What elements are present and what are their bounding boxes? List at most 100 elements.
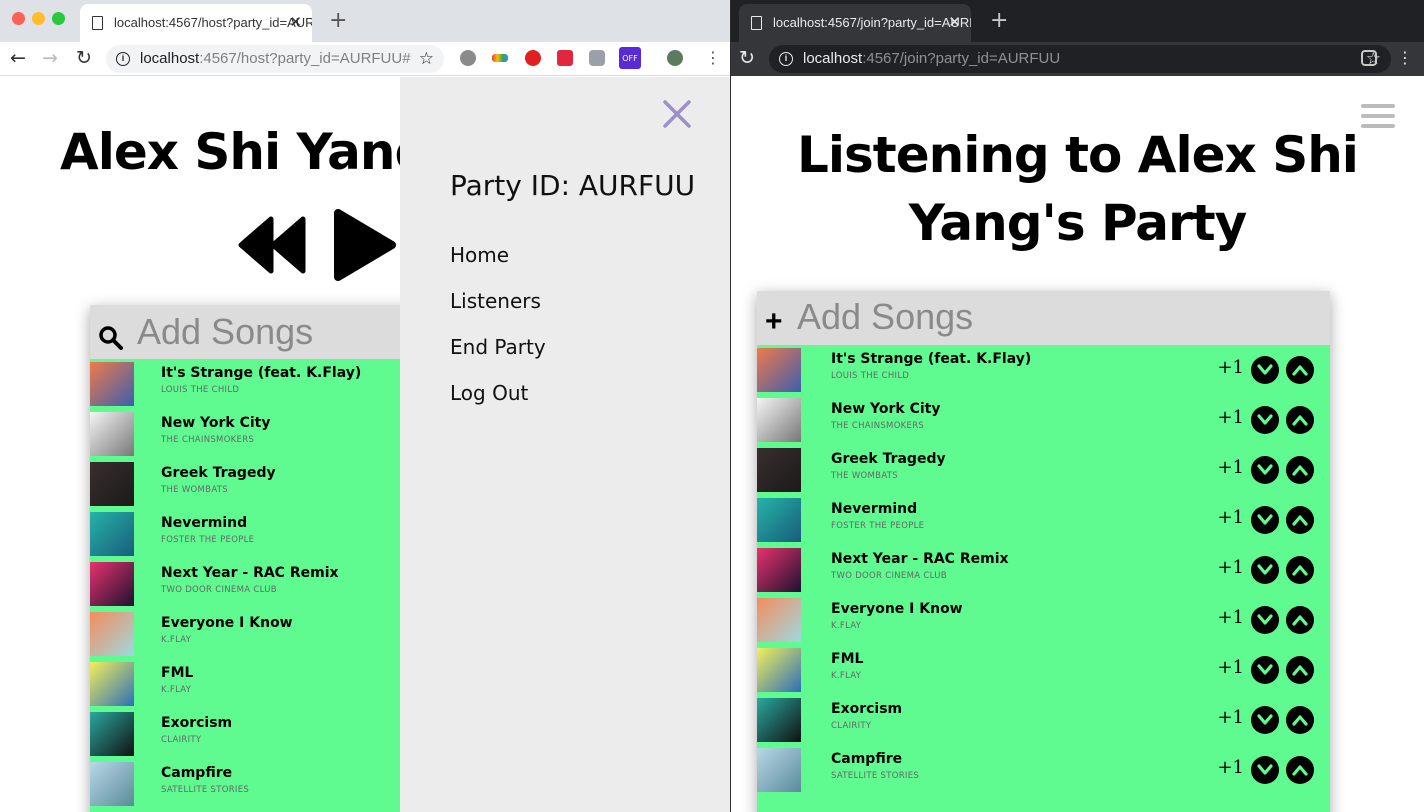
extension-rainbow-icon[interactable] <box>492 54 508 62</box>
song-row[interactable]: FML K.FLAY +1 <box>757 645 1330 695</box>
upvote-button[interactable] <box>1286 706 1314 734</box>
upvote-button[interactable] <box>1286 556 1314 584</box>
song-artist: K.FLAY <box>161 635 192 645</box>
incognito-icon[interactable] <box>1361 50 1377 66</box>
song-row[interactable]: Exorcism CLAIRITY +1 <box>757 695 1330 745</box>
downvote-button[interactable] <box>1251 556 1279 584</box>
forward-arrow-icon[interactable]: → <box>42 47 58 69</box>
tab-strip: localhost:4567/host?party_id=AURFUU# ✕ + <box>0 0 730 42</box>
back-arrow-icon[interactable]: ← <box>10 47 26 69</box>
upvote-button[interactable] <box>1286 606 1314 634</box>
upvote-button[interactable] <box>1286 656 1314 684</box>
song-row[interactable]: New York City THE CHAINSMOKERS +1 <box>757 395 1330 445</box>
menu-dots-icon[interactable]: ⋮ <box>1397 47 1413 69</box>
close-menu-icon[interactable] <box>662 99 692 129</box>
play-icon[interactable] <box>332 207 398 283</box>
close-tab-icon[interactable]: ✕ <box>289 4 302 42</box>
upvote-button[interactable] <box>1286 506 1314 534</box>
downvote-button[interactable] <box>1251 606 1279 634</box>
info-icon[interactable]: i <box>779 52 793 66</box>
upvote-button[interactable] <box>1286 406 1314 434</box>
album-art <box>90 712 134 756</box>
tab-strip: localhost:4567/join?party_id=AURFUU ✕ + <box>731 0 1424 42</box>
album-art <box>90 462 134 506</box>
downvote-button[interactable] <box>1251 456 1279 484</box>
song-artist: K.FLAY <box>831 671 862 681</box>
search-input[interactable]: Add Songs <box>137 311 313 353</box>
youtube-icon[interactable] <box>557 50 573 66</box>
album-art <box>757 748 801 792</box>
opera-icon[interactable] <box>525 50 541 66</box>
song-title: It's Strange (feat. K.Flay) <box>161 365 362 381</box>
extension-off-badge[interactable]: OFF <box>619 47 641 69</box>
vote-count: +1 <box>1217 507 1244 528</box>
close-tab-icon[interactable]: ✕ <box>948 4 961 42</box>
song-title: Greek Tragedy <box>831 451 946 467</box>
host-browser-window: localhost:4567/host?party_id=AURFUU# ✕ +… <box>0 0 730 812</box>
album-art <box>757 648 801 692</box>
song-row[interactable]: Nevermind FOSTER THE PEOPLE +1 <box>757 495 1330 545</box>
song-title: Nevermind <box>161 515 248 531</box>
album-art <box>757 448 801 492</box>
album-art <box>757 498 801 542</box>
browser-tab[interactable]: localhost:4567/host?party_id=AURFUU# ✕ <box>80 4 312 42</box>
address-bar[interactable]: i localhost:4567/join?party_id=AURFUU ☆ <box>769 45 1391 73</box>
vote-count: +1 <box>1217 357 1244 378</box>
reload-icon[interactable]: ↻ <box>76 47 92 69</box>
vote-count: +1 <box>1217 707 1244 728</box>
song-title: New York City <box>161 415 271 431</box>
info-icon[interactable]: i <box>116 52 130 66</box>
vote-count: +1 <box>1217 457 1244 478</box>
extension-puzzle-icon[interactable] <box>460 50 476 66</box>
page-icon <box>751 16 762 30</box>
add-songs-bar[interactable]: + Add Songs <box>757 291 1330 345</box>
song-title: Next Year - RAC Remix <box>161 565 339 581</box>
upvote-button[interactable] <box>1286 456 1314 484</box>
zoom-window-button[interactable] <box>52 12 65 25</box>
album-art <box>90 762 134 806</box>
url-path: :4567/join?party_id=AURFUU <box>862 50 1061 67</box>
bookmark-star-icon[interactable]: ☆ <box>419 45 434 73</box>
downvote-button[interactable] <box>1251 756 1279 784</box>
new-tab-button[interactable]: + <box>329 9 347 33</box>
song-title: FML <box>831 651 864 667</box>
profile-avatar[interactable] <box>667 50 683 66</box>
menu-link-home[interactable]: Home <box>450 243 509 267</box>
song-row[interactable]: Everyone I Know K.FLAY +1 <box>757 595 1330 645</box>
browser-tab[interactable]: localhost:4567/join?party_id=AURFUU ✕ <box>739 4 971 42</box>
minimize-window-button[interactable] <box>32 12 45 25</box>
close-window-button[interactable] <box>12 12 25 25</box>
vote-count: +1 <box>1217 407 1244 428</box>
song-row[interactable]: It's Strange (feat. K.Flay) LOUIS THE CHI… <box>757 345 1330 395</box>
vote-count: +1 <box>1217 607 1244 628</box>
upvote-button[interactable] <box>1286 356 1314 384</box>
downvote-button[interactable] <box>1251 706 1279 734</box>
downvote-button[interactable] <box>1251 406 1279 434</box>
database-icon[interactable] <box>589 50 605 66</box>
album-art <box>757 348 801 392</box>
menu-link-listeners[interactable]: Listeners <box>450 289 541 313</box>
menu-link-end-party[interactable]: End Party <box>450 335 546 359</box>
song-artist: FOSTER THE PEOPLE <box>831 521 925 531</box>
reload-icon[interactable]: ↻ <box>739 47 755 69</box>
upvote-button[interactable] <box>1286 756 1314 784</box>
page-icon <box>92 16 103 30</box>
address-bar[interactable]: i localhost:4567/host?party_id=AURFUU# ☆ <box>106 45 444 73</box>
rewind-icon[interactable] <box>237 215 307 275</box>
menu-dots-icon[interactable]: ⋮ <box>705 47 721 69</box>
downvote-button[interactable] <box>1251 506 1279 534</box>
new-tab-button[interactable]: + <box>990 9 1008 33</box>
album-art <box>757 398 801 442</box>
downvote-button[interactable] <box>1251 656 1279 684</box>
downvote-button[interactable] <box>1251 356 1279 384</box>
song-row[interactable]: Next Year - RAC Remix TWO DOOR CINEMA CLU… <box>757 545 1330 595</box>
album-art <box>90 412 134 456</box>
add-songs-input[interactable]: Add Songs <box>797 296 973 338</box>
listener-song-list: + Add Songs It's Strange (feat. K.Flay) L… <box>757 291 1330 812</box>
song-artist: LOUIS THE CHILD <box>161 385 240 395</box>
song-row[interactable]: Campfire SATELLITE STORIES +1 <box>757 745 1330 795</box>
song-artist: TWO DOOR CINEMA CLUB <box>831 571 947 581</box>
song-title: Campfire <box>831 751 903 767</box>
menu-link-log-out[interactable]: Log Out <box>450 381 528 405</box>
song-row[interactable]: Greek Tragedy THE WOMBATS +1 <box>757 445 1330 495</box>
